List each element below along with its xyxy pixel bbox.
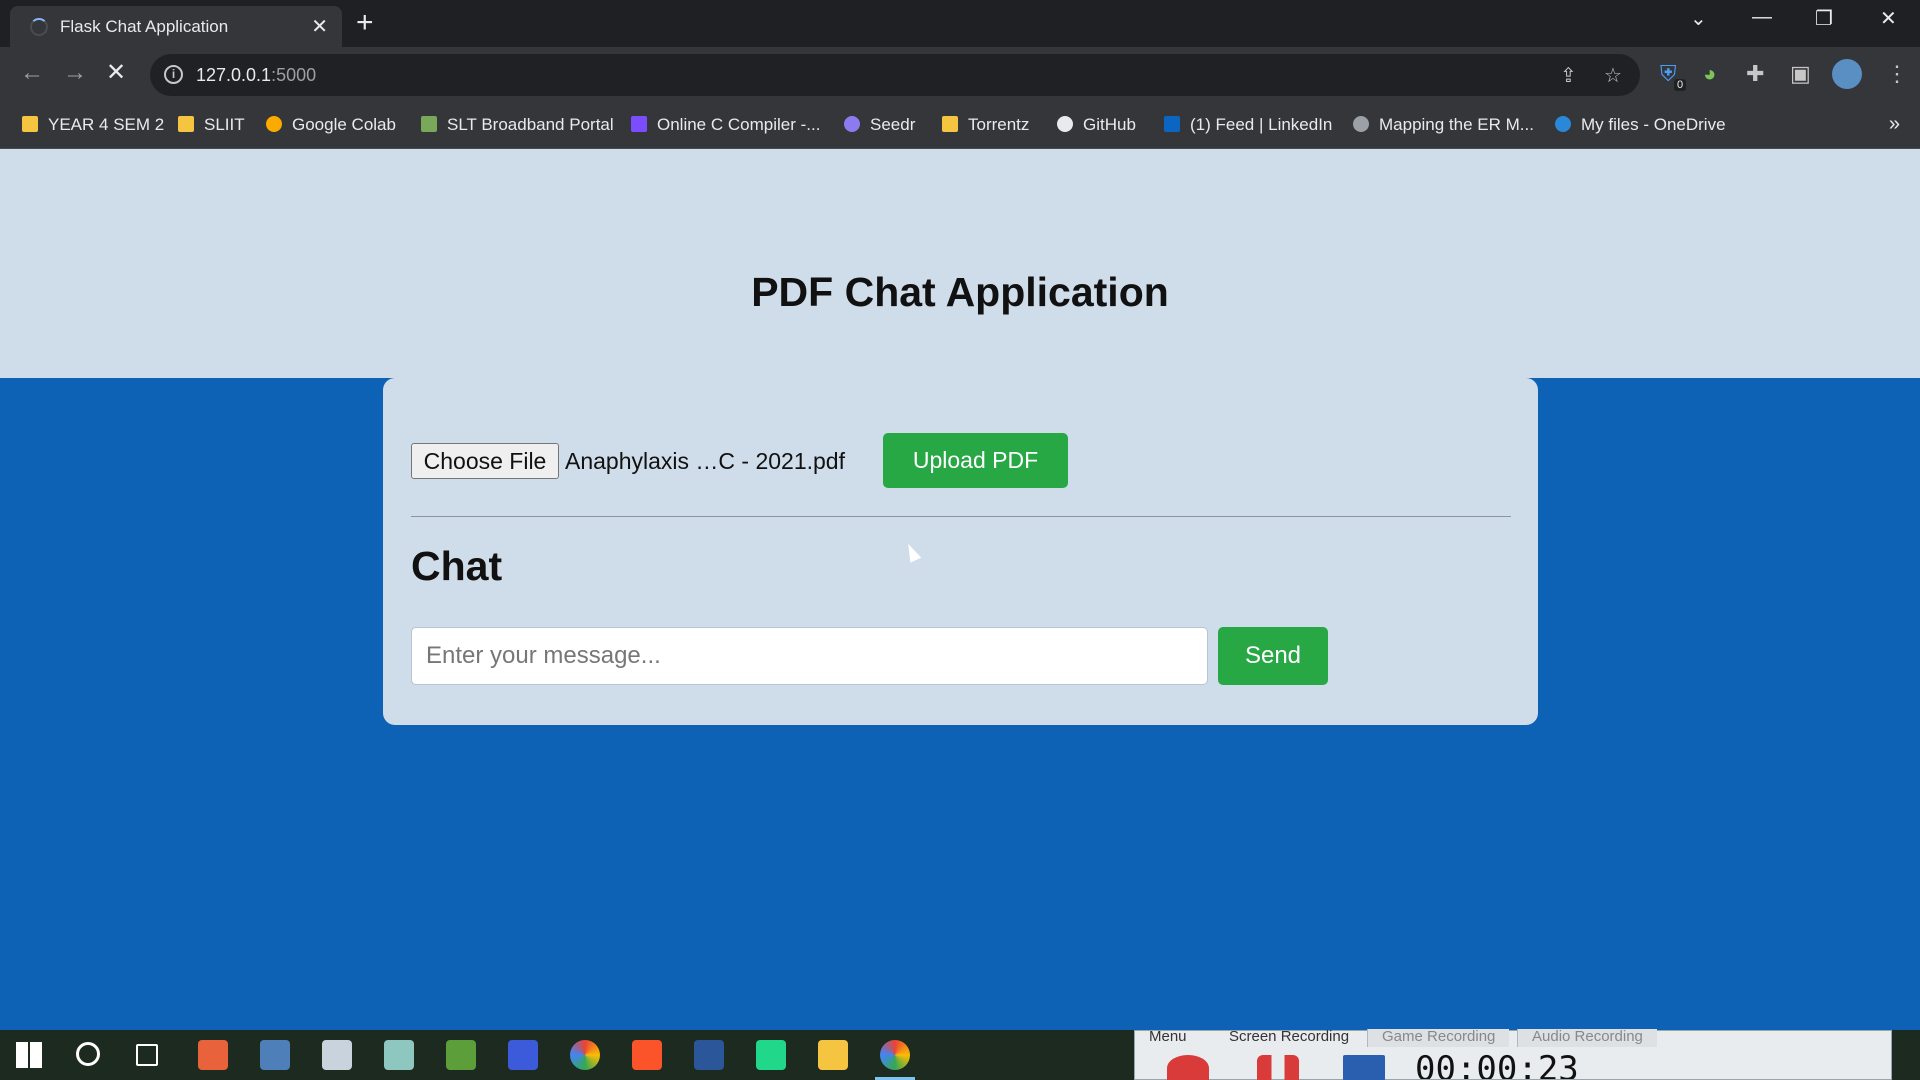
tab-search-icon[interactable]: ⌄ xyxy=(1690,6,1707,31)
message-input[interactable] xyxy=(411,627,1208,685)
bookmark-star-icon[interactable]: ☆ xyxy=(1604,63,1622,88)
menu-dots-icon[interactable]: ⋮ xyxy=(1886,61,1908,87)
upload-pdf-button[interactable]: Upload PDF xyxy=(883,433,1068,488)
globe-icon xyxy=(1353,116,1369,132)
sticky-notes-icon[interactable] xyxy=(384,1040,414,1070)
recorder-tab-screen[interactable]: Screen Recording xyxy=(1215,1029,1363,1047)
choose-file-button[interactable]: Choose File xyxy=(411,443,559,479)
extensions-puzzle-icon[interactable]: ✚ xyxy=(1746,61,1764,87)
chrome-icon[interactable] xyxy=(880,1040,910,1070)
divider xyxy=(411,516,1511,517)
calculator-icon[interactable] xyxy=(260,1040,290,1070)
chat-heading: Chat xyxy=(411,543,503,589)
page-title: PDF Chat Application xyxy=(751,269,1169,315)
bookmarks-bar: YEAR 4 SEM 2 SLIIT Google Colab SLT Broa… xyxy=(0,103,1920,149)
new-tab-icon[interactable]: + xyxy=(356,6,374,40)
colab-icon xyxy=(266,116,282,132)
share-icon[interactable]: ⇪ xyxy=(1560,63,1577,88)
url-text[interactable]: 127.0.0.1:5000 xyxy=(196,65,316,86)
side-panel-icon[interactable]: ▣ xyxy=(1790,61,1811,87)
more-bookmarks-icon[interactable]: » xyxy=(1889,113,1900,136)
profile-avatar[interactable] xyxy=(1832,59,1862,89)
recorder-tab-game[interactable]: Game Recording xyxy=(1367,1029,1510,1047)
notepad-icon[interactable] xyxy=(322,1040,352,1070)
browser-toolbar: ← → ✕ i 127.0.0.1:5000 ⇪ ☆ ⛨ ◕ ✚ ▣ ⋮ xyxy=(0,47,1920,103)
chrome-canary-icon[interactable] xyxy=(570,1040,600,1070)
back-icon[interactable]: ← xyxy=(20,61,44,85)
onedrive-icon xyxy=(1555,116,1571,132)
visual-studio-icon[interactable] xyxy=(508,1040,538,1070)
close-tab-icon[interactable]: ✕ xyxy=(311,14,328,39)
bookmark-item[interactable]: SLIIT xyxy=(178,115,245,135)
extension-badge: 0 xyxy=(1674,79,1687,91)
task-view-icon[interactable] xyxy=(136,1044,158,1066)
stop-icon[interactable] xyxy=(1343,1055,1385,1080)
folder-icon xyxy=(942,116,958,132)
minimize-icon[interactable]: — xyxy=(1752,6,1772,29)
github-icon xyxy=(1057,116,1073,132)
powerpoint-icon[interactable] xyxy=(198,1040,228,1070)
folder-icon xyxy=(22,116,38,132)
pycharm-icon[interactable] xyxy=(756,1040,786,1070)
bookmark-item[interactable]: SLT Broadband Portal xyxy=(421,115,614,135)
slt-icon xyxy=(421,116,437,132)
close-window-icon[interactable]: ✕ xyxy=(1880,6,1897,31)
site-info-icon[interactable]: i xyxy=(164,65,183,84)
bookmark-item[interactable]: GitHub xyxy=(1057,115,1136,135)
forward-icon[interactable]: → xyxy=(63,61,87,85)
bookmark-item[interactable]: Mapping the ER M... xyxy=(1353,115,1534,135)
selected-file-name: Anaphylaxis …C - 2021.pdf xyxy=(565,448,845,474)
bookmark-item[interactable]: Torrentz xyxy=(942,115,1029,135)
record-icon[interactable] xyxy=(1167,1055,1209,1080)
screen-recorder-panel: Menu Screen Recording Game Recording Aud… xyxy=(1134,1029,1892,1080)
folder-icon xyxy=(178,116,194,132)
page-header: PDF Chat Application xyxy=(0,149,1920,378)
seedr-icon xyxy=(844,116,860,132)
bookmark-item[interactable]: Seedr xyxy=(844,115,915,135)
restore-icon[interactable]: ❐ xyxy=(1815,6,1833,31)
bookmark-item[interactable]: YEAR 4 SEM 2 xyxy=(22,115,164,135)
file-explorer-icon[interactable] xyxy=(818,1040,848,1070)
bolt-icon xyxy=(631,116,647,132)
bookmark-item[interactable]: (1) Feed | LinkedIn xyxy=(1164,115,1332,135)
bookmark-item[interactable]: My files - OneDrive xyxy=(1555,115,1726,135)
linkedin-icon xyxy=(1164,116,1180,132)
tab-title: Flask Chat Application xyxy=(60,17,229,36)
app-icon[interactable] xyxy=(446,1040,476,1070)
pause-icon[interactable] xyxy=(1257,1055,1299,1080)
brave-icon[interactable] xyxy=(632,1040,662,1070)
loading-spinner-icon xyxy=(30,18,48,36)
app-card: Choose File Anaphylaxis …C - 2021.pdf Up… xyxy=(383,378,1538,725)
address-bar[interactable]: i 127.0.0.1:5000 ⇪ ☆ xyxy=(150,54,1640,96)
browser-tab-strip: Flask Chat Application ✕ + ⌄ — ❐ ✕ xyxy=(0,0,1920,47)
recording-timer: 00:00:23 xyxy=(1415,1049,1579,1079)
browser-tab[interactable]: Flask Chat Application ✕ xyxy=(10,6,342,47)
recorder-tab-menu[interactable]: Menu xyxy=(1135,1029,1201,1047)
stop-loading-icon[interactable]: ✕ xyxy=(106,61,126,85)
windows-start-icon[interactable] xyxy=(16,1042,42,1068)
send-button[interactable]: Send xyxy=(1218,627,1328,685)
bookmark-item[interactable]: Online C Compiler -... xyxy=(631,115,820,135)
bookmark-item[interactable]: Google Colab xyxy=(266,115,396,135)
extension-leaf-icon[interactable]: ◕ xyxy=(1703,61,1716,87)
word-icon[interactable] xyxy=(694,1040,724,1070)
recorder-tab-audio[interactable]: Audio Recording xyxy=(1517,1029,1657,1047)
search-icon[interactable] xyxy=(76,1042,100,1066)
